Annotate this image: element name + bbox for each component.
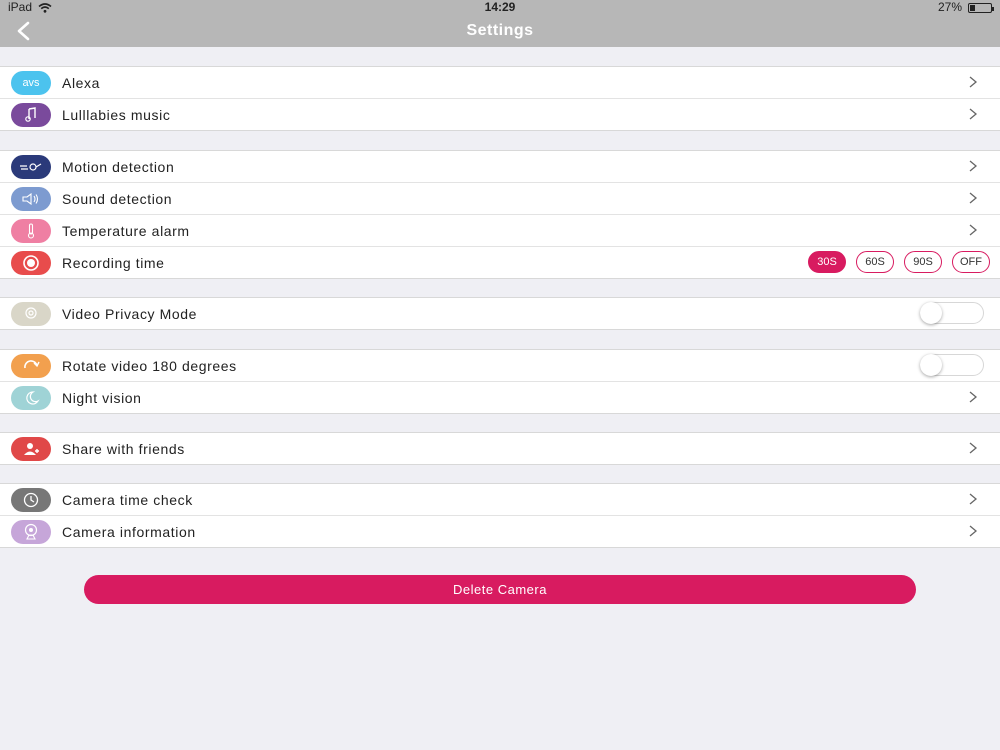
- row-label: Sound detection: [62, 190, 173, 207]
- row-label: Alexa: [62, 74, 101, 91]
- music-note-icon: [11, 103, 51, 127]
- chevron-right-icon: [969, 160, 978, 172]
- motion-icon: [11, 155, 51, 179]
- settings-group: Video Privacy Mode: [0, 297, 1000, 330]
- row-label: Night vision: [62, 389, 142, 406]
- row-lulllabies-music[interactable]: Lulllabies music: [0, 99, 1000, 130]
- status-right: 27%: [937, 0, 994, 15]
- night-vision-icon: [11, 386, 51, 410]
- recording-option-90s[interactable]: 90S: [904, 251, 942, 273]
- clock-icon: [11, 488, 51, 512]
- chevron-right-icon: [969, 525, 978, 537]
- camera-info-icon: [11, 520, 51, 544]
- chevron-right-icon: [969, 76, 978, 88]
- chevron-right-icon: [969, 442, 978, 454]
- row-share-with-friends[interactable]: Share with friends: [0, 433, 1000, 464]
- row-rotate-video-180-degrees: Rotate video 180 degrees: [0, 350, 1000, 382]
- row-label: Lulllabies music: [62, 106, 171, 123]
- row-night-vision[interactable]: Night vision: [0, 382, 1000, 413]
- row-label: Rotate video 180 degrees: [62, 357, 237, 374]
- share-friends-icon: [11, 437, 51, 461]
- status-bar: iPad 14:29 27%: [0, 0, 1000, 15]
- chevron-right-icon: [969, 224, 978, 236]
- settings-group: Share with friends: [0, 432, 1000, 465]
- row-alexa[interactable]: avs Alexa: [0, 67, 1000, 99]
- row-recording-time: Recording time 30S 60S 90S OFF: [0, 247, 1000, 278]
- row-label: Motion detection: [62, 158, 175, 175]
- nav-bar: Settings: [0, 15, 1000, 47]
- privacy-icon: [11, 302, 51, 326]
- page-title: Settings: [466, 22, 534, 39]
- icon-text: avs: [22, 77, 40, 89]
- row-motion-detection[interactable]: Motion detection: [0, 151, 1000, 183]
- recording-option-off[interactable]: OFF: [952, 251, 990, 273]
- row-label: Recording time: [62, 254, 165, 271]
- row-temperature-alarm[interactable]: Temperature alarm: [0, 215, 1000, 247]
- row-label: Camera information: [62, 523, 196, 540]
- settings-group: avs Alexa Lulllabies music: [0, 66, 1000, 131]
- recording-option-60s[interactable]: 60S: [856, 251, 894, 273]
- rotate-icon: [11, 354, 51, 378]
- recording-option-30s[interactable]: 30S: [808, 251, 846, 273]
- status-time: 14:29: [484, 0, 516, 14]
- recording-time-options: 30S 60S 90S OFF: [808, 251, 990, 273]
- row-camera-information[interactable]: Camera information: [0, 516, 1000, 547]
- avs-icon: avs: [11, 71, 51, 95]
- settings-group: Motion detection Sound detection Temperatu…: [0, 150, 1000, 279]
- row-label: Temperature alarm: [62, 222, 190, 239]
- thermometer-icon: [11, 219, 51, 243]
- settings-group: Camera time check Camera information: [0, 483, 1000, 548]
- row-camera-time-check[interactable]: Camera time check: [0, 484, 1000, 516]
- toggle-knob: [920, 354, 942, 376]
- toggle-switch[interactable]: [920, 354, 984, 376]
- chevron-right-icon: [969, 108, 978, 120]
- chevron-right-icon: [969, 192, 978, 204]
- settings-group: Rotate video 180 degrees Night vision: [0, 349, 1000, 414]
- chevron-right-icon: [969, 493, 978, 505]
- delete-camera-button[interactable]: Delete Camera: [84, 575, 916, 604]
- speaker-icon: [11, 187, 51, 211]
- row-sound-detection[interactable]: Sound detection: [0, 183, 1000, 215]
- row-video-privacy-mode: Video Privacy Mode: [0, 298, 1000, 329]
- toggle-switch[interactable]: [920, 302, 984, 324]
- chevron-right-icon: [969, 391, 978, 403]
- row-label: Video Privacy Mode: [62, 305, 198, 322]
- toggle-knob: [920, 302, 942, 324]
- record-icon: [11, 251, 51, 275]
- row-label: Camera time check: [62, 491, 193, 508]
- battery-icon: [968, 2, 994, 13]
- row-label: Share with friends: [62, 440, 185, 457]
- battery-percent: 27%: [937, 0, 962, 14]
